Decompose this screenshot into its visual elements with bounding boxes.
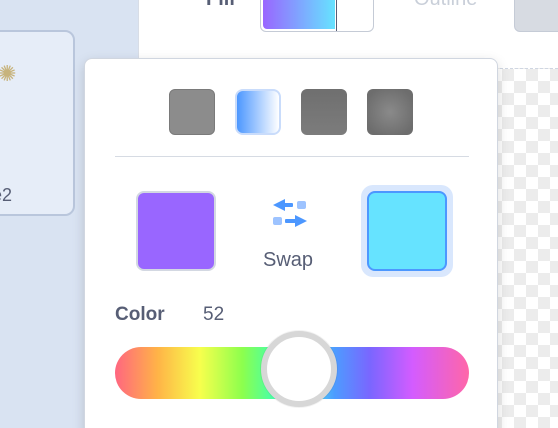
hue-slider-handle[interactable]	[261, 331, 338, 407]
gradient-horizontal-button[interactable]	[235, 89, 281, 135]
secondary-color-swatch[interactable]	[367, 191, 447, 271]
costume-name: ne2	[0, 185, 13, 205]
color-picker-popover: Swap Color 52	[84, 58, 498, 428]
fill-swatch-divider	[336, 0, 337, 31]
divider	[115, 156, 469, 157]
gradient-vertical-button[interactable]	[301, 89, 347, 135]
fill-label: Fill	[206, 0, 235, 11]
fill-gradient-preview	[263, 0, 335, 29]
outline-color-button[interactable]	[514, 0, 558, 32]
costume-card[interactable]: ✺ ne2 11	[0, 30, 75, 216]
color-value: 52	[203, 304, 225, 325]
gradient-solid-button[interactable]	[169, 89, 215, 135]
paint-canvas[interactable]	[490, 68, 558, 428]
sun-icon: ✺	[0, 61, 17, 86]
swap-label[interactable]: Swap	[263, 249, 313, 272]
outline-label: Outline	[414, 0, 477, 11]
swap-arrows-icon[interactable]	[267, 193, 313, 235]
gradient-radial-button[interactable]	[367, 89, 413, 135]
fill-color-button[interactable]	[260, 0, 374, 32]
primary-color-swatch[interactable]	[136, 191, 216, 271]
color-label: Color	[115, 304, 165, 325]
